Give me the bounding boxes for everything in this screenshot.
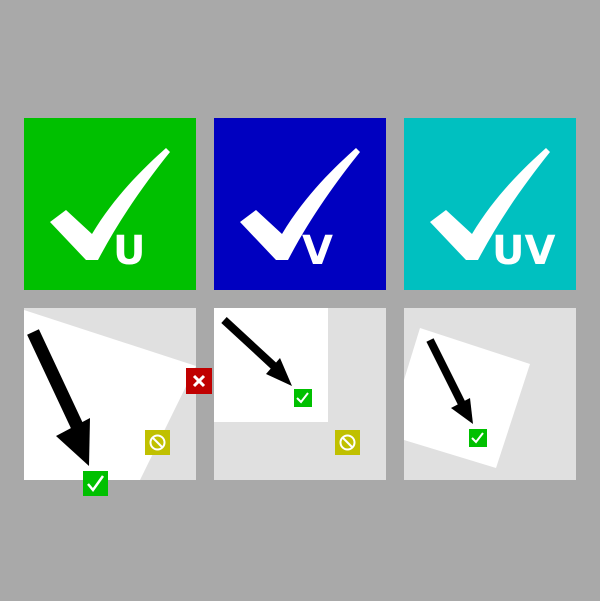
check-badge-icon (294, 389, 312, 407)
tile-u-background (24, 118, 196, 290)
check-badge-icon (469, 429, 487, 447)
uv-mapping-diagram: U V UV (0, 0, 600, 601)
blocked-badge-icon (335, 430, 360, 455)
tile-v: V (214, 118, 386, 290)
panel-u-mapping (24, 308, 196, 496)
tile-v-background (214, 118, 386, 290)
blocked-badge-icon (145, 430, 170, 455)
tile-u-label: U (113, 228, 145, 274)
diagram-canvas: U V UV (24, 118, 576, 496)
tile-uv: UV (404, 118, 576, 290)
tile-u: U (24, 118, 196, 290)
tile-uv-label: UV (492, 228, 555, 274)
panel-uv-mapping (404, 308, 576, 480)
panel-v-mapping (214, 308, 386, 480)
cross-badge-icon (186, 368, 212, 394)
check-badge-icon (83, 471, 108, 496)
tile-v-label: V (302, 228, 333, 274)
